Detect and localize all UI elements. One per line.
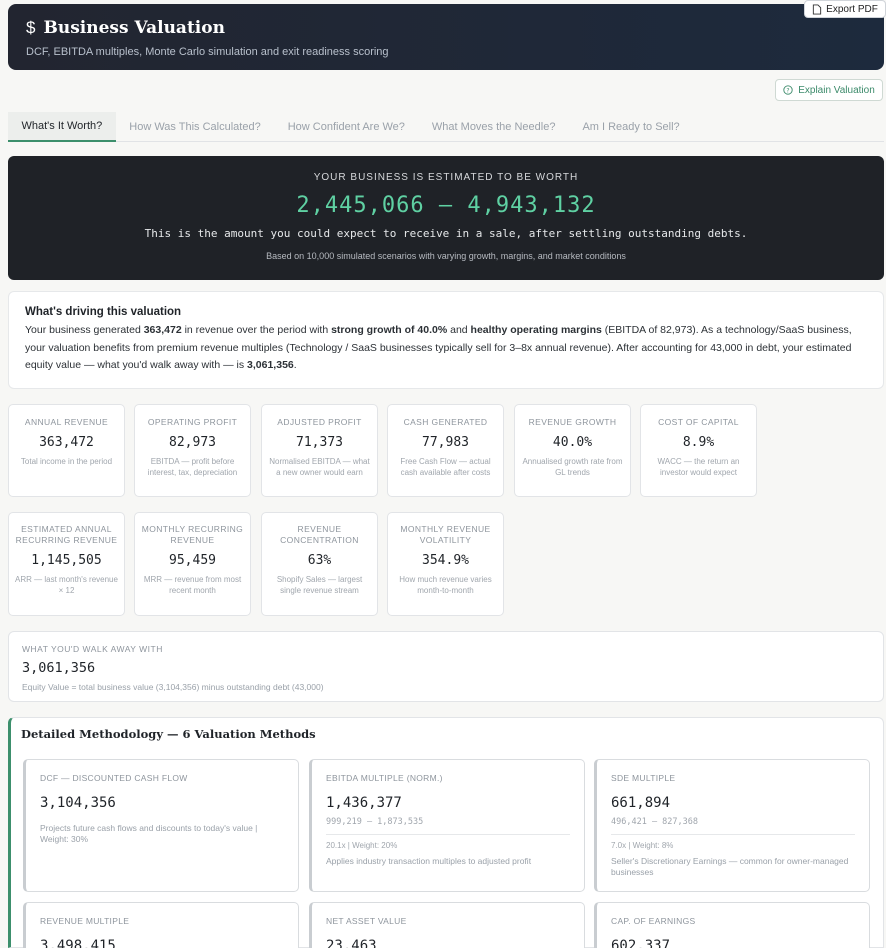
hero-description: This is the amount you could expect to r… bbox=[144, 227, 748, 240]
metric-revenue-concentration: REVENUE CONCENTRATION 63% Shopify Sales … bbox=[261, 512, 378, 616]
explain-valuation-label: Explain Valuation bbox=[798, 84, 875, 96]
tab-how-calculated[interactable]: How Was This Calculated? bbox=[116, 112, 274, 142]
valuation-hero: YOUR BUSINESS IS ESTIMATED TO BE WORTH 2… bbox=[8, 156, 884, 280]
export-pdf-button[interactable]: Export PDF bbox=[804, 0, 886, 18]
method-card-ebitda: EBITDA MULTIPLE (NORM.) 1,436,377 999,21… bbox=[309, 759, 585, 892]
svg-text:?: ? bbox=[787, 87, 790, 94]
metric-cost-of-capital: COST OF CAPITAL 8.9% WACC — the return a… bbox=[640, 404, 757, 497]
dollar-icon: $ bbox=[26, 18, 36, 37]
walk-away-card: WHAT YOU'D WALK AWAY WITH 3,061,356 Equi… bbox=[8, 631, 884, 702]
methodology-section: Detailed Methodology — 6 Valuation Metho… bbox=[8, 717, 884, 948]
page-subtitle: DCF, EBITDA multiples, Monte Carlo simul… bbox=[26, 46, 389, 58]
divider bbox=[611, 834, 855, 835]
method-card-revenue-multiple: REVENUE MULTIPLE 3,498,415 bbox=[23, 902, 299, 948]
tab-whats-it-worth[interactable]: What's It Worth? bbox=[8, 112, 116, 142]
document-icon bbox=[813, 3, 822, 15]
walk-away-label: WHAT YOU'D WALK AWAY WITH bbox=[22, 644, 163, 654]
metric-mrr: MONTHLY RECURRING REVENUE 95,459 MRR — r… bbox=[134, 512, 251, 616]
drivers-text: Your business generated 363,472 in reven… bbox=[25, 324, 852, 371]
method-card-cap-of-earnings: CAP. OF EARNINGS 602,337 bbox=[594, 902, 870, 948]
explain-valuation-button[interactable]: ? Explain Valuation bbox=[775, 79, 883, 101]
walk-away-note: Equity Value = total business value (3,1… bbox=[22, 682, 324, 692]
valuation-range: 2,445,066 — 4,943,132 bbox=[296, 193, 596, 218]
valuation-drivers-card: What's driving this valuation Your busin… bbox=[8, 291, 884, 389]
metric-revenue-volatility: MONTHLY REVENUE VOLATILITY 354.9% How mu… bbox=[387, 512, 504, 616]
divider bbox=[326, 834, 570, 835]
tab-what-moves-needle[interactable]: What Moves the Needle? bbox=[418, 112, 569, 142]
page-header: $ Business Valuation DCF, EBITDA multipl… bbox=[8, 4, 884, 70]
metric-arr: ESTIMATED ANNUAL RECURRING REVENUE 1,145… bbox=[8, 512, 125, 616]
metric-cash-generated: CASH GENERATED 77,983 Free Cash Flow — a… bbox=[387, 404, 504, 497]
walk-away-value: 3,061,356 bbox=[22, 660, 96, 676]
hero-label: YOUR BUSINESS IS ESTIMATED TO BE WORTH bbox=[313, 172, 579, 183]
metric-adjusted-profit: ADJUSTED PROFIT 71,373 Normalised EBITDA… bbox=[261, 404, 378, 497]
export-pdf-label: Export PDF bbox=[826, 3, 878, 15]
method-card-sde: SDE MULTIPLE 661,894 496,421 — 827,368 7… bbox=[594, 759, 870, 892]
metric-annual-revenue: ANNUAL REVENUE 363,472 Total income in t… bbox=[8, 404, 125, 497]
question-circle-icon: ? bbox=[783, 85, 793, 95]
drivers-title: What's driving this valuation bbox=[25, 306, 182, 318]
method-card-dcf: DCF — DISCOUNTED CASH FLOW 3,104,356 Pro… bbox=[23, 759, 299, 892]
tab-bar: What's It Worth? How Was This Calculated… bbox=[8, 112, 884, 142]
hero-note: Based on 10,000 simulated scenarios with… bbox=[266, 251, 626, 261]
page-title: Business Valuation bbox=[43, 18, 225, 38]
methodology-title: Detailed Methodology — 6 Valuation Metho… bbox=[21, 727, 316, 741]
metric-revenue-growth: REVENUE GROWTH 40.0% Annualised growth r… bbox=[514, 404, 631, 497]
tab-ready-to-sell[interactable]: Am I Ready to Sell? bbox=[569, 112, 693, 142]
metric-operating-profit: OPERATING PROFIT 82,973 EBITDA — profit … bbox=[134, 404, 251, 497]
method-card-net-asset-value: NET ASSET VALUE 23,463 bbox=[309, 902, 585, 948]
tab-how-confident[interactable]: How Confident Are We? bbox=[274, 112, 418, 142]
